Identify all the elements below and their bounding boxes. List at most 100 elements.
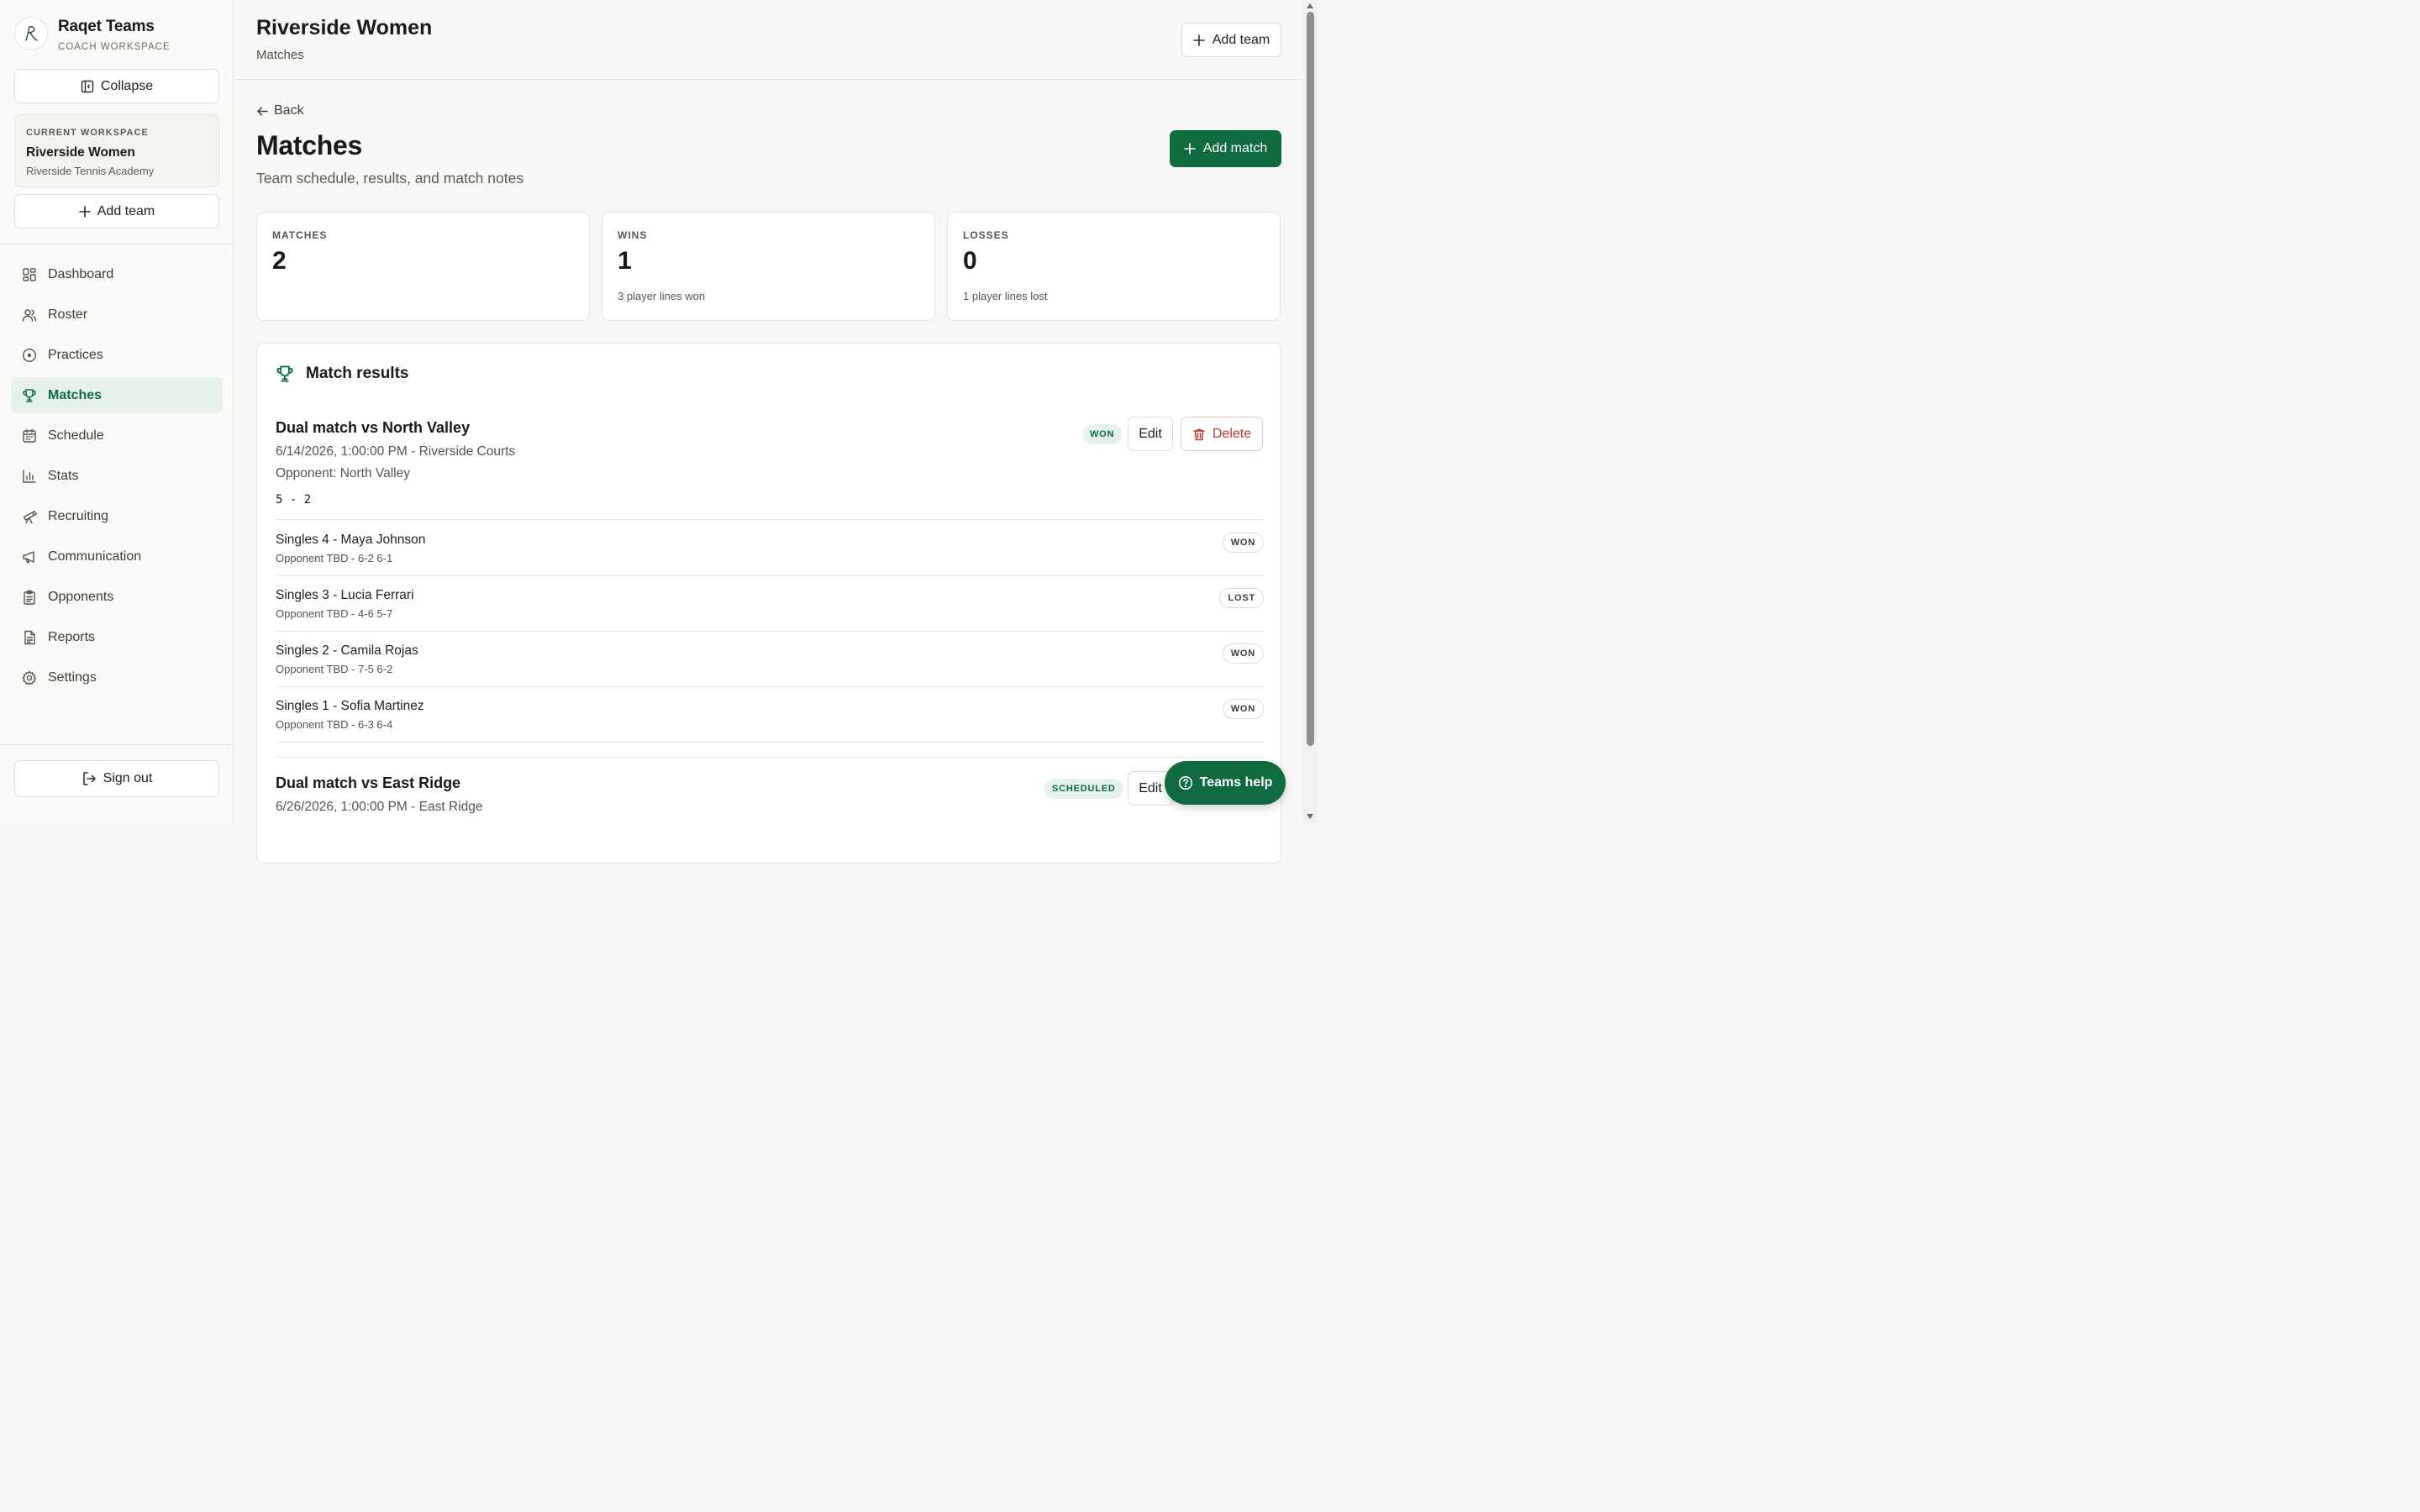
stat-value: 0 xyxy=(963,247,977,275)
sidebar-add-team-button[interactable]: Add team xyxy=(14,194,219,228)
line-result-badge: LOST xyxy=(1219,588,1264,608)
teams-help-button[interactable]: Teams help xyxy=(1165,761,1286,805)
player-line-detail: Opponent TBD - 6-3 6-4 xyxy=(276,718,393,731)
line-result-badge: WON xyxy=(1222,533,1264,553)
player-line-detail: Opponent TBD - 6-2 6-1 xyxy=(276,552,393,564)
stat-value: 2 xyxy=(272,247,287,275)
delete-match-button[interactable]: Delete xyxy=(1181,417,1263,451)
sidebar-item-dashboard[interactable]: Dashboard xyxy=(11,256,223,292)
add-team-label: Add team xyxy=(1212,32,1270,47)
workspace-org: Riverside Tennis Academy xyxy=(26,165,155,177)
page-title: Matches xyxy=(256,130,362,160)
match-results-panel: Match results Dual match vs North Valley… xyxy=(256,343,1281,864)
player-line-row: Singles 1 - Sofia Martinez Opponent TBD … xyxy=(276,686,1264,742)
sidebar-item-settings[interactable]: Settings xyxy=(11,659,223,696)
sidebar-item-label: Communication xyxy=(48,549,142,564)
add-team-label: Add team xyxy=(97,203,155,218)
sidebar-item-label: Schedule xyxy=(48,428,104,443)
status-badge: SCHEDULED xyxy=(1044,779,1123,799)
brand: Raqet Teams COACH WORKSPACE xyxy=(14,17,171,52)
player-line-detail: Opponent TBD - 7-5 6-2 xyxy=(276,663,393,675)
current-workspace-card: CURRENT WORKSPACE Riverside Women Rivers… xyxy=(14,114,219,187)
sidebar-item-label: Dashboard xyxy=(48,266,114,281)
brand-logo-icon xyxy=(14,17,48,50)
file-icon xyxy=(22,630,37,645)
stat-value: 1 xyxy=(618,247,632,275)
match-score: 5 - 2 xyxy=(276,493,312,507)
sidebar-item-label: Stats xyxy=(48,468,79,483)
page-scrollbar[interactable] xyxy=(1303,0,1318,823)
collapse-button[interactable]: Collapse xyxy=(14,69,219,103)
stat-label: WINS xyxy=(618,229,648,241)
megaphone-icon xyxy=(22,549,37,564)
divider xyxy=(276,742,1264,743)
plus-icon xyxy=(78,205,91,218)
match-results-title: Match results xyxy=(306,365,409,382)
match-datetime-location: 6/14/2026, 1:00:00 PM - Riverside Courts xyxy=(276,444,516,459)
player-line-name: Singles 2 - Camila Rojas xyxy=(276,643,418,658)
stat-label: MATCHES xyxy=(272,229,328,241)
line-result-badge: WON xyxy=(1222,643,1264,664)
divider xyxy=(276,757,1264,758)
stat-label: LOSSES xyxy=(963,229,1009,241)
sign-out-icon xyxy=(82,771,97,786)
sign-out-button[interactable]: Sign out xyxy=(14,760,219,797)
back-link[interactable]: Back xyxy=(256,103,304,118)
workspace-label: CURRENT WORKSPACE xyxy=(26,128,149,138)
add-match-label: Add match xyxy=(1202,141,1268,155)
brand-title: Raqet Teams xyxy=(58,18,155,35)
sidebar-item-reports[interactable]: Reports xyxy=(11,619,223,655)
sidebar-item-label: Practices xyxy=(48,347,103,362)
sidebar-item-label: Reports xyxy=(48,629,96,644)
sidebar-item-communication[interactable]: Communication xyxy=(11,538,223,575)
sidebar-item-stats[interactable]: Stats xyxy=(11,458,223,494)
stat-card-wins: WINS 1 3 player lines won xyxy=(602,212,935,321)
brand-subtitle: COACH WORKSPACE xyxy=(58,42,171,52)
bar-chart-icon xyxy=(22,469,37,484)
arrow-left-icon xyxy=(256,105,269,118)
player-line-name: Singles 1 - Sofia Martinez xyxy=(276,699,424,713)
sidebar-item-label: Roster xyxy=(48,307,88,322)
sidebar-item-label: Recruiting xyxy=(48,508,109,523)
sidebar: Raqet Teams COACH WORKSPACE Collapse CUR… xyxy=(0,0,234,823)
stat-card-losses: LOSSES 0 1 player lines lost xyxy=(947,212,1281,321)
workspace-name: Riverside Women xyxy=(26,145,135,160)
player-line-row: Singles 2 - Camila Rojas Opponent TBD - … xyxy=(276,631,1264,686)
sidebar-item-roster[interactable]: Roster xyxy=(11,297,223,333)
sidebar-item-label: Matches xyxy=(48,387,103,402)
match-title: Dual match vs East Ridge xyxy=(276,774,461,791)
stat-note: 1 player lines lost xyxy=(963,290,1048,302)
trophy-icon xyxy=(22,388,37,403)
sidebar-collapse-icon xyxy=(81,80,94,93)
page-subtitle: Team schedule, results, and match notes xyxy=(256,170,524,186)
player-line-row: Singles 4 - Maya Johnson Opponent TBD - … xyxy=(276,520,1264,575)
trash-icon xyxy=(1192,428,1206,441)
scrollbar-thumb[interactable] xyxy=(1307,12,1314,746)
sidebar-item-label: Opponents xyxy=(48,589,114,604)
delete-label: Delete xyxy=(1212,426,1252,441)
sign-out-label: Sign out xyxy=(103,771,153,785)
edit-match-button[interactable]: Edit xyxy=(1128,417,1173,451)
sidebar-item-practices[interactable]: Practices xyxy=(11,337,223,373)
scroll-up-icon[interactable] xyxy=(1307,3,1313,8)
clipboard-icon xyxy=(22,590,37,605)
users-icon xyxy=(22,307,37,323)
help-circle-icon xyxy=(1178,775,1193,790)
sidebar-item-label: Settings xyxy=(48,669,97,685)
calendar-icon xyxy=(22,428,37,444)
sidebar-item-matches[interactable]: Matches xyxy=(11,377,223,413)
top-bar: Riverside Women Matches Add team xyxy=(234,0,1318,80)
player-line-detail: Opponent TBD - 4-6 5-7 xyxy=(276,607,393,620)
scroll-down-icon[interactable] xyxy=(1307,814,1313,819)
line-result-badge: WON xyxy=(1222,699,1264,719)
gear-icon xyxy=(22,670,37,685)
teams-help-label: Teams help xyxy=(1199,775,1273,790)
match-datetime-location: 6/26/2026, 1:00:00 PM - East Ridge xyxy=(276,800,483,814)
add-match-button[interactable]: Add match xyxy=(1170,130,1281,167)
section-subtitle: Matches xyxy=(256,48,304,62)
header-add-team-button[interactable]: Add team xyxy=(1181,23,1281,57)
sidebar-item-schedule[interactable]: Schedule xyxy=(11,417,223,454)
sidebar-item-opponents[interactable]: Opponents xyxy=(11,579,223,615)
sidebar-item-recruiting[interactable]: Recruiting xyxy=(11,498,223,534)
plus-icon xyxy=(1183,143,1196,155)
